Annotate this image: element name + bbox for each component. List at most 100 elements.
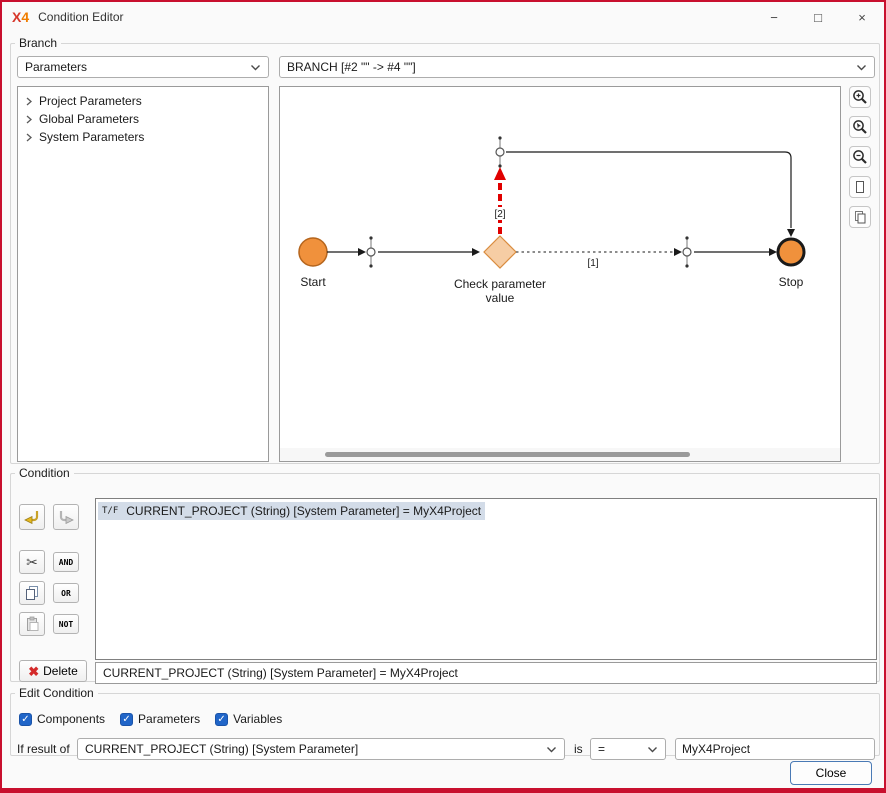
stop-node[interactable] — [778, 239, 804, 265]
checkbox-checked-icon: ✓ — [215, 713, 228, 726]
components-checkbox-label: Components — [37, 712, 105, 726]
checkbox-checked-icon: ✓ — [120, 713, 133, 726]
edge1-label: [1] — [587, 258, 598, 269]
chevron-down-icon — [250, 64, 261, 71]
branch-group: Branch Parameters BRANCH [#2 "" -> #4 ""… — [10, 36, 880, 464]
true-false-icon: T/F — [102, 506, 118, 516]
paste-button[interactable] — [19, 612, 45, 636]
junction-node-top[interactable] — [496, 136, 504, 167]
arrowhead-icon — [787, 229, 795, 237]
parameters-checkbox-label: Parameters — [138, 712, 200, 726]
x4-logo-x: X — [12, 9, 21, 25]
branch-dropdown[interactable]: BRANCH [#2 "" -> #4 ""] — [279, 56, 875, 78]
arrowhead-icon — [358, 248, 366, 256]
magnifier-minus-icon — [852, 149, 868, 165]
arrowhead-icon — [674, 248, 682, 256]
zoom-selection-button[interactable] — [849, 116, 871, 138]
fit-page-button[interactable] — [849, 176, 871, 198]
delete-button-label: Delete — [43, 664, 78, 678]
window-title: Condition Editor — [38, 10, 123, 24]
scissors-icon: ✂ — [26, 555, 38, 569]
operator-value: = — [598, 742, 605, 756]
gray-arrow-icon — [57, 508, 75, 526]
condition-group-label: Condition — [15, 466, 74, 480]
copy-icon — [24, 585, 40, 601]
close-button[interactable]: Close — [790, 761, 872, 785]
arrowhead-icon — [769, 248, 777, 256]
components-checkbox[interactable]: ✓ Components — [19, 712, 105, 726]
tree-item-label: Project Parameters — [39, 94, 142, 108]
scrollbar-thumb[interactable] — [325, 452, 690, 457]
magnifier-cursor-icon — [852, 119, 868, 135]
delete-button[interactable]: ✖ Delete — [19, 660, 87, 682]
decision-node-label-line1: Check parameter — [454, 277, 546, 291]
and-button[interactable]: AND — [53, 552, 79, 572]
x4-logo-4: 4 — [21, 9, 29, 25]
pages-icon — [852, 209, 868, 225]
maximize-button[interactable]: □ — [796, 2, 840, 32]
tree-item-label: Global Parameters — [39, 112, 139, 126]
decision-node[interactable] — [484, 236, 516, 268]
page-icon — [852, 179, 868, 195]
chevron-down-icon — [546, 746, 557, 753]
operator-dropdown[interactable]: = — [590, 738, 666, 760]
apply-condition-button[interactable] — [19, 504, 45, 530]
start-node-label: Start — [300, 275, 326, 289]
workflow-canvas[interactable]: Start Check parameter value — [279, 86, 841, 462]
or-button[interactable]: OR — [53, 583, 79, 603]
result-of-dropdown[interactable]: CURRENT_PROJECT (String) [System Paramet… — [77, 738, 565, 760]
cut-button[interactable]: ✂ — [19, 550, 45, 574]
source-checkboxes: ✓ Components ✓ Parameters ✓ Variables — [19, 712, 282, 726]
zoom-out-button[interactable] — [849, 146, 871, 168]
x4-logo: X4 — [12, 9, 29, 25]
variables-checkbox-label: Variables — [233, 712, 282, 726]
zoom-in-button[interactable] — [849, 86, 871, 108]
zoom-toolbar — [849, 86, 873, 228]
variables-checkbox[interactable]: ✓ Variables — [215, 712, 282, 726]
branch-dropdown-value: BRANCH [#2 "" -> #4 ""] — [287, 60, 416, 74]
copy-button[interactable] — [19, 581, 45, 605]
checkbox-checked-icon: ✓ — [19, 713, 32, 726]
tree-item-project-parameters[interactable]: Project Parameters — [20, 92, 266, 110]
condition-list[interactable]: T/F CURRENT_PROJECT (String) [System Para… — [95, 498, 877, 660]
condition-text: CURRENT_PROJECT (String) [System Paramet… — [126, 504, 481, 518]
tree-item-system-parameters[interactable]: System Parameters — [20, 128, 266, 146]
if-result-label: If result of — [17, 742, 77, 756]
chevron-right-icon — [25, 97, 33, 106]
parameters-checkbox[interactable]: ✓ Parameters — [120, 712, 200, 726]
minimize-button[interactable]: − — [752, 2, 796, 32]
decision-node-label-line2: value — [486, 291, 515, 305]
condition-builder-row: If result of CURRENT_PROJECT (String) [S… — [17, 738, 875, 760]
canvas-horizontal-scrollbar[interactable] — [280, 448, 840, 461]
tree-item-label: System Parameters — [39, 130, 144, 144]
parameter-type-value: Parameters — [25, 60, 87, 74]
junction-node-1[interactable] — [367, 236, 375, 267]
edge-top-to-stop[interactable] — [506, 152, 791, 228]
edit-condition-group: Edit Condition ✓ Components ✓ Parameters… — [10, 686, 880, 756]
condition-list-item[interactable]: T/F CURRENT_PROJECT (String) [System Para… — [98, 502, 874, 520]
apply-arrow-icon — [23, 508, 41, 526]
result-of-value: CURRENT_PROJECT (String) [System Paramet… — [85, 742, 358, 756]
junction-node-2[interactable] — [683, 236, 691, 267]
comparison-value-input[interactable] — [675, 738, 875, 760]
redo-condition-button[interactable] — [53, 504, 79, 530]
condition-expression-field[interactable]: CURRENT_PROJECT (String) [System Paramet… — [95, 662, 877, 684]
tree-item-global-parameters[interactable]: Global Parameters — [20, 110, 266, 128]
chevron-right-icon — [25, 133, 33, 142]
delete-x-icon: ✖ — [28, 665, 39, 678]
close-window-button[interactable]: × — [840, 2, 884, 32]
edit-condition-group-label: Edit Condition — [15, 686, 98, 700]
selected-condition: T/F CURRENT_PROJECT (String) [System Para… — [98, 502, 485, 520]
fit-window-button[interactable] — [849, 206, 871, 228]
branch-group-label: Branch — [15, 36, 61, 50]
parameter-type-dropdown[interactable]: Parameters — [17, 56, 269, 78]
edge2-label: [2] — [494, 209, 505, 220]
parameter-tree: Project Parameters Global Parameters Sys… — [17, 86, 269, 462]
titlebar: X4 Condition Editor − □ × — [2, 2, 884, 32]
workflow-diagram: Start Check parameter value — [280, 87, 840, 448]
red-arrowhead-icon — [494, 167, 506, 180]
chevron-down-icon — [856, 64, 867, 71]
chevron-down-icon — [647, 746, 658, 753]
start-node[interactable] — [299, 238, 327, 266]
not-button[interactable]: NOT — [53, 614, 79, 634]
